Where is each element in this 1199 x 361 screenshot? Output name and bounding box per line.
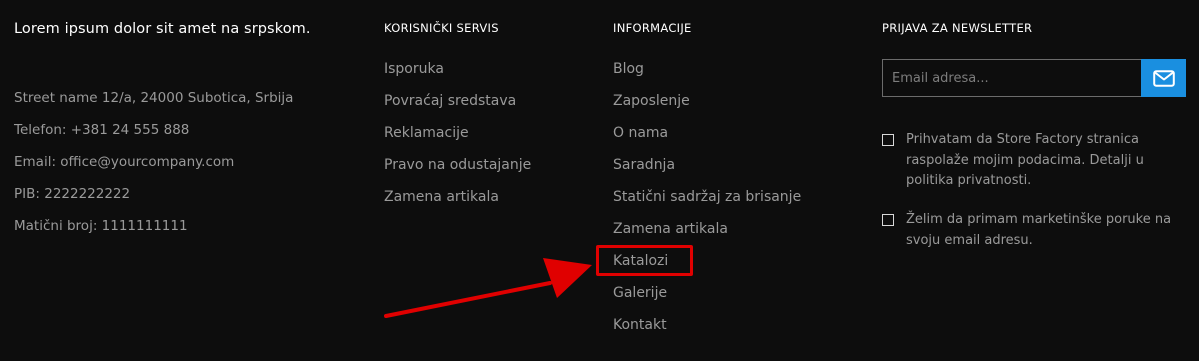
contact-list: Street name 12/a, 24000 Subotica, Srbija… bbox=[14, 82, 293, 242]
marketing-consent: Želim da primam marketinške poruke na sv… bbox=[882, 210, 1192, 251]
marketing-consent-checkbox[interactable] bbox=[882, 214, 894, 226]
customer-service-heading: KORISNIČKI SERVIS bbox=[384, 21, 499, 35]
link-blog[interactable]: Blog bbox=[613, 53, 801, 85]
customer-service-links: Isporuka Povraćaj sredstava Reklamacije … bbox=[384, 53, 531, 213]
link-isporuka[interactable]: Isporuka bbox=[384, 53, 531, 85]
link-kontakt[interactable]: Kontakt bbox=[613, 309, 801, 341]
privacy-consent-label: Prihvatam da Store Factory stranica rasp… bbox=[906, 132, 1144, 188]
marketing-consent-label: Želim da primam marketinške poruke na sv… bbox=[906, 212, 1172, 248]
link-o-nama[interactable]: O nama bbox=[613, 117, 801, 149]
contact-pib: PIB: 2222222222 bbox=[14, 186, 131, 202]
link-katalozi[interactable]: Katalozi bbox=[613, 245, 801, 277]
link-zaposlenje[interactable]: Zaposlenje bbox=[613, 85, 801, 117]
newsletter-form bbox=[882, 59, 1186, 97]
link-reklamacije[interactable]: Reklamacije bbox=[384, 117, 531, 149]
link-staticni-sadrzaj[interactable]: Statični sadržaj za brisanje bbox=[613, 181, 801, 213]
newsletter-email-input[interactable] bbox=[882, 59, 1141, 97]
contact-phone: Telefon: +381 24 555 888 bbox=[14, 122, 190, 138]
contact-email: Email: office@yourcompany.com bbox=[14, 154, 235, 170]
privacy-consent-checkbox[interactable] bbox=[882, 134, 894, 146]
link-pravo-na-odustajanje[interactable]: Pravo na odustajanje bbox=[384, 149, 531, 181]
link-galerije[interactable]: Galerije bbox=[613, 277, 801, 309]
newsletter-heading: PRIJAVA ZA NEWSLETTER bbox=[882, 21, 1033, 35]
link-zamena-artikala-info[interactable]: Zamena artikala bbox=[613, 213, 801, 245]
envelope-icon bbox=[1152, 69, 1175, 87]
link-zamena-artikala[interactable]: Zamena artikala bbox=[384, 181, 531, 213]
newsletter-submit-button[interactable] bbox=[1141, 59, 1186, 97]
contact-registration-number: Matični broj: 1111111111 bbox=[14, 218, 188, 234]
information-heading: INFORMACIJE bbox=[613, 21, 692, 35]
link-saradnja[interactable]: Saradnja bbox=[613, 149, 801, 181]
information-links: Blog Zaposlenje O nama Saradnja Statični… bbox=[613, 53, 801, 341]
link-povracaj-sredstava[interactable]: Povraćaj sredstava bbox=[384, 85, 531, 117]
contact-address: Street name 12/a, 24000 Subotica, Srbija bbox=[14, 90, 294, 106]
company-tagline: Lorem ipsum dolor sit amet na srpskom. bbox=[14, 21, 311, 37]
privacy-consent: Prihvatam da Store Factory stranica rasp… bbox=[882, 130, 1192, 192]
